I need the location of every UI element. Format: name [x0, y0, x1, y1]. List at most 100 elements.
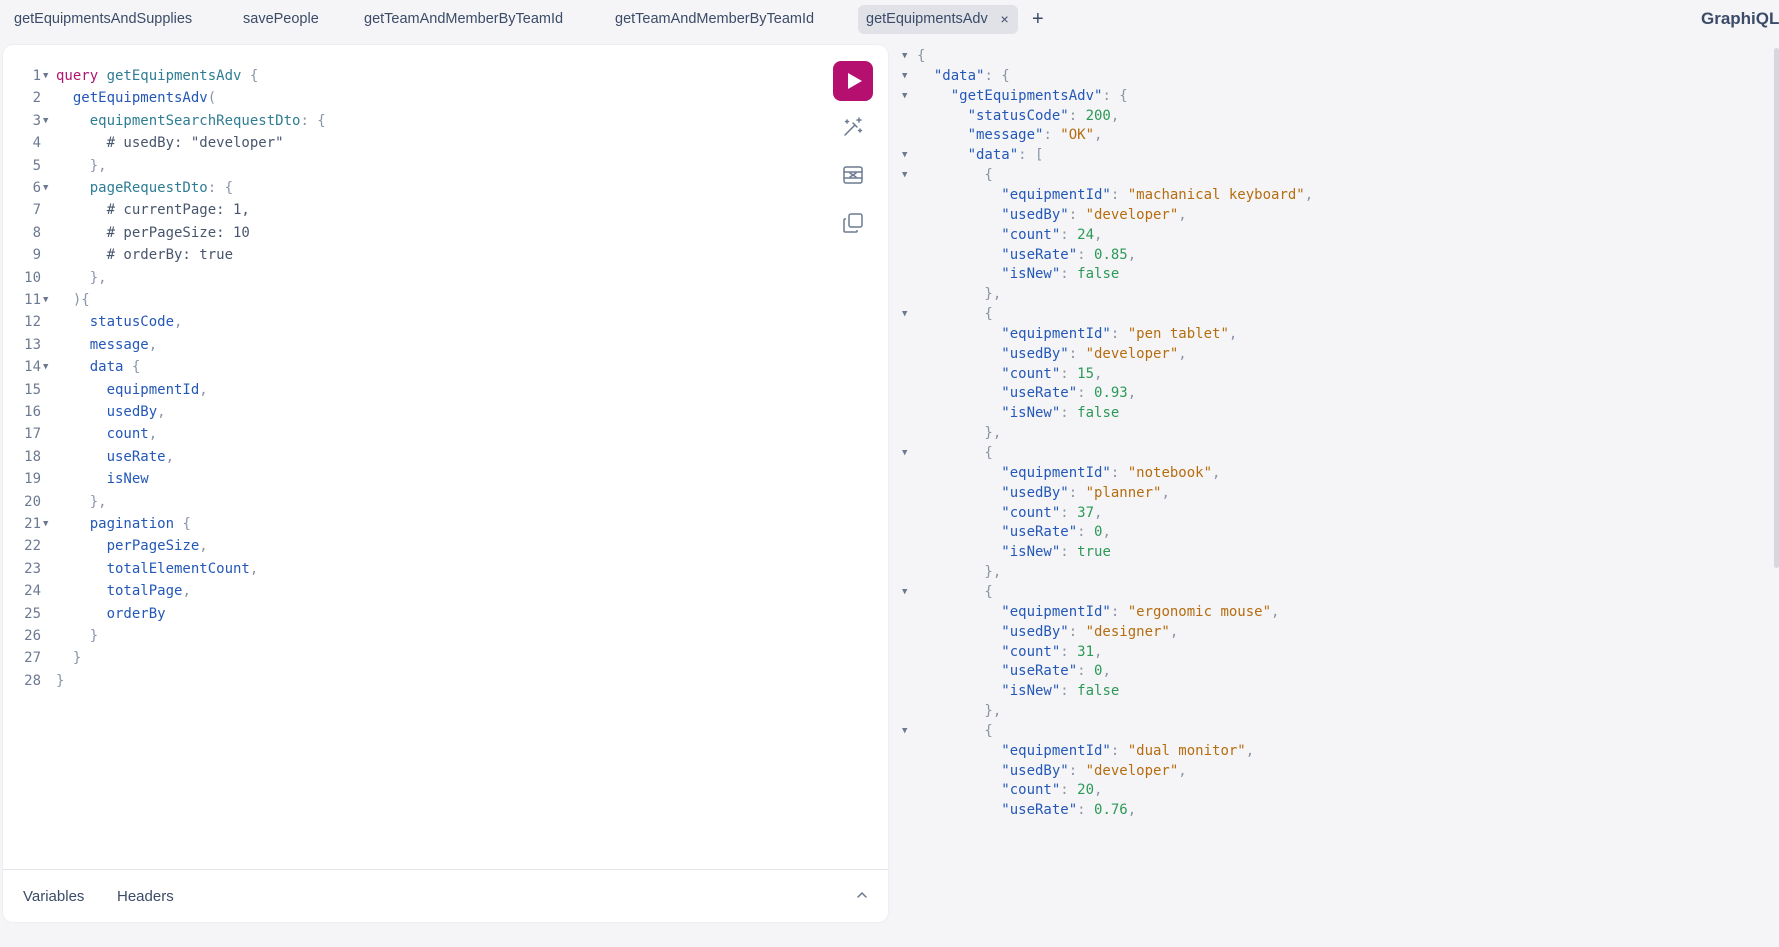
- code-line: 21 ▼ pagination {: [3, 513, 803, 535]
- code-token: {: [123, 359, 141, 376]
- merge-fragments-icon[interactable]: [841, 163, 865, 187]
- result-line: "isNew": false: [888, 263, 1768, 285]
- fold-caret-icon[interactable]: ▼: [902, 581, 907, 603]
- fold-caret-icon[interactable]: ▼: [902, 144, 907, 166]
- line-number: 4: [32, 135, 41, 152]
- result-token: "usedBy": [917, 623, 1069, 640]
- query-editor-panel: 1 ▼ query getEquipmentsAdv {2 getEquipment…: [3, 45, 888, 922]
- graphiql-logo: GraphiQL: [1701, 9, 1779, 28]
- result-text: "data": [: [917, 144, 1044, 166]
- result-token: "isNew": [917, 683, 1061, 700]
- fold-caret-icon[interactable]: ▼: [43, 110, 48, 132]
- result-token: {: [917, 583, 993, 600]
- result-token: :: [1068, 345, 1086, 362]
- fold-caret-icon[interactable]: ▼: [43, 289, 48, 311]
- result-text: {: [917, 164, 992, 186]
- result-text: "useRate": 0,: [917, 521, 1111, 543]
- result-token: ,: [1094, 504, 1103, 521]
- tab-getequipmentsadv[interactable]: getEquipmentsAdv ×: [858, 5, 1018, 34]
- result-token: :: [1060, 504, 1078, 521]
- editor-bottom-bar: Variables Headers: [3, 869, 888, 922]
- code-token: ,: [182, 583, 191, 600]
- line-number: 10: [24, 269, 41, 286]
- tab-savepeople[interactable]: savePeople: [243, 5, 319, 34]
- code-token: isNew: [56, 471, 149, 488]
- fold-caret-icon[interactable]: ▼: [902, 303, 907, 325]
- result-viewer[interactable]: ▼{▼ "data": {▼ "getEquipmentsAdv": { "st…: [888, 45, 1779, 932]
- code-token: orderBy: [56, 605, 166, 622]
- code-token: totalElementCount: [56, 560, 250, 577]
- code-line: 12 statusCode,: [3, 311, 803, 333]
- code-token: data: [56, 359, 124, 376]
- fold-caret-icon[interactable]: ▼: [902, 720, 907, 742]
- line-number: 11: [24, 292, 41, 308]
- fold-caret-icon[interactable]: ▼: [902, 442, 907, 464]
- code-line: 16 usedBy,: [3, 401, 803, 423]
- result-token: },: [917, 286, 1002, 303]
- result-token: 0.93: [1094, 385, 1128, 402]
- result-text: "statusCode": 200,: [917, 105, 1120, 127]
- tab-getequipmentsandsupplies[interactable]: getEquipmentsAndSupplies: [14, 5, 192, 34]
- fold-caret-icon[interactable]: ▼: [902, 164, 907, 186]
- close-tab-icon[interactable]: ×: [1001, 5, 1009, 34]
- fold-caret-icon[interactable]: ▼: [43, 356, 48, 378]
- code-text: orderBy: [56, 603, 166, 625]
- code-text: ){: [56, 289, 90, 311]
- result-token: 20: [1077, 782, 1095, 799]
- copy-icon[interactable]: [841, 211, 865, 235]
- result-text: "message": "OK",: [917, 124, 1103, 146]
- add-tab-button[interactable]: +: [1032, 5, 1044, 34]
- line-number: 5: [32, 157, 41, 174]
- result-token: "useRate": [917, 802, 1078, 819]
- tab-getteamandmemberbyteamid[interactable]: getTeamAndMemberByTeamId: [364, 5, 563, 34]
- code-text: # usedBy: "developer": [56, 132, 284, 154]
- result-token: ,: [1228, 325, 1238, 342]
- result-token: :: [1068, 762, 1086, 779]
- result-line: "count": 31,: [888, 641, 1768, 663]
- result-token: },: [917, 703, 1002, 720]
- tab-getteamandmemberbyteamid-2[interactable]: getTeamAndMemberByTeamId: [615, 5, 814, 34]
- result-token: "statusCode": [917, 107, 1069, 124]
- fold-caret-icon[interactable]: ▼: [902, 65, 907, 87]
- result-token: "designer": [1085, 623, 1170, 640]
- result-line: ▼ "data": {: [888, 65, 1768, 87]
- code-token: },: [56, 269, 107, 286]
- execute-query-button[interactable]: [833, 61, 873, 101]
- headers-tab[interactable]: Headers: [117, 888, 174, 905]
- code-token: ,: [249, 560, 259, 577]
- variables-tab[interactable]: Variables: [23, 888, 84, 905]
- result-text: "equipmentId": "pen tablet",: [917, 323, 1237, 345]
- result-token: :: [1068, 206, 1086, 223]
- fold-caret-icon[interactable]: ▼: [43, 65, 48, 87]
- code-token: # orderBy: true: [56, 247, 234, 264]
- result-token: ,: [1271, 603, 1280, 620]
- code-text: equipmentId,: [56, 379, 208, 401]
- line-number: 13: [24, 336, 41, 353]
- fold-caret-icon[interactable]: ▼: [43, 513, 48, 535]
- result-token: "count": [917, 226, 1061, 243]
- code-token: : {: [207, 180, 234, 196]
- result-text: {: [917, 442, 992, 464]
- result-token: :: [1077, 802, 1095, 819]
- result-token: "useRate": [917, 385, 1078, 402]
- result-token: :: [1110, 742, 1128, 759]
- fold-caret-icon[interactable]: ▼: [902, 85, 907, 107]
- fold-caret-icon[interactable]: ▼: [43, 177, 48, 199]
- result-line: ▼ {: [888, 303, 1768, 325]
- result-token: "data": [917, 67, 985, 84]
- result-token: :: [1060, 365, 1078, 382]
- prettify-icon[interactable]: [841, 115, 865, 139]
- result-token: 37: [1077, 504, 1095, 521]
- code-text: },: [56, 491, 107, 513]
- code-line: 24 totalPage,: [3, 580, 803, 602]
- result-token: true: [1077, 544, 1111, 561]
- fold-caret-icon[interactable]: ▼: [902, 45, 907, 67]
- result-scrollbar[interactable]: [1774, 48, 1779, 568]
- result-text: },: [917, 561, 1001, 583]
- code-token: },: [56, 493, 107, 510]
- result-line: "isNew": true: [888, 541, 1768, 563]
- line-number: 16: [24, 404, 41, 420]
- chevron-up-icon[interactable]: [855, 888, 869, 907]
- code-token: totalPage: [56, 583, 183, 600]
- result-text: "count": 37,: [917, 502, 1102, 524]
